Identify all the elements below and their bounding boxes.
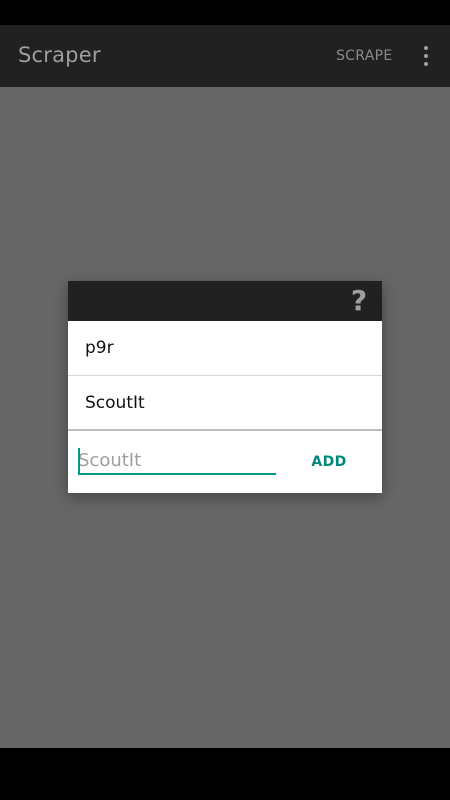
overflow-dot [424,54,428,58]
status-bar [0,0,450,25]
source-name-input[interactable] [78,449,276,475]
dialog-header: ? [68,281,382,321]
help-icon[interactable]: ? [348,285,370,317]
more-vert-icon[interactable] [412,41,440,71]
source-dialog: ? p9r ScoutIt ADD [68,281,382,493]
overflow-dot [424,62,428,66]
overflow-dot [424,46,428,50]
add-button[interactable]: ADD [304,446,354,478]
app-bar: Scraper SCRAPE [0,25,450,87]
text-caret [78,448,80,473]
scrape-button[interactable]: SCRAPE [322,41,407,71]
list-item[interactable]: ScoutIt [68,376,382,430]
divider [68,429,382,431]
navigation-bar [0,748,450,800]
app-title: Scraper [18,43,101,67]
list-item[interactable]: p9r [68,321,382,375]
